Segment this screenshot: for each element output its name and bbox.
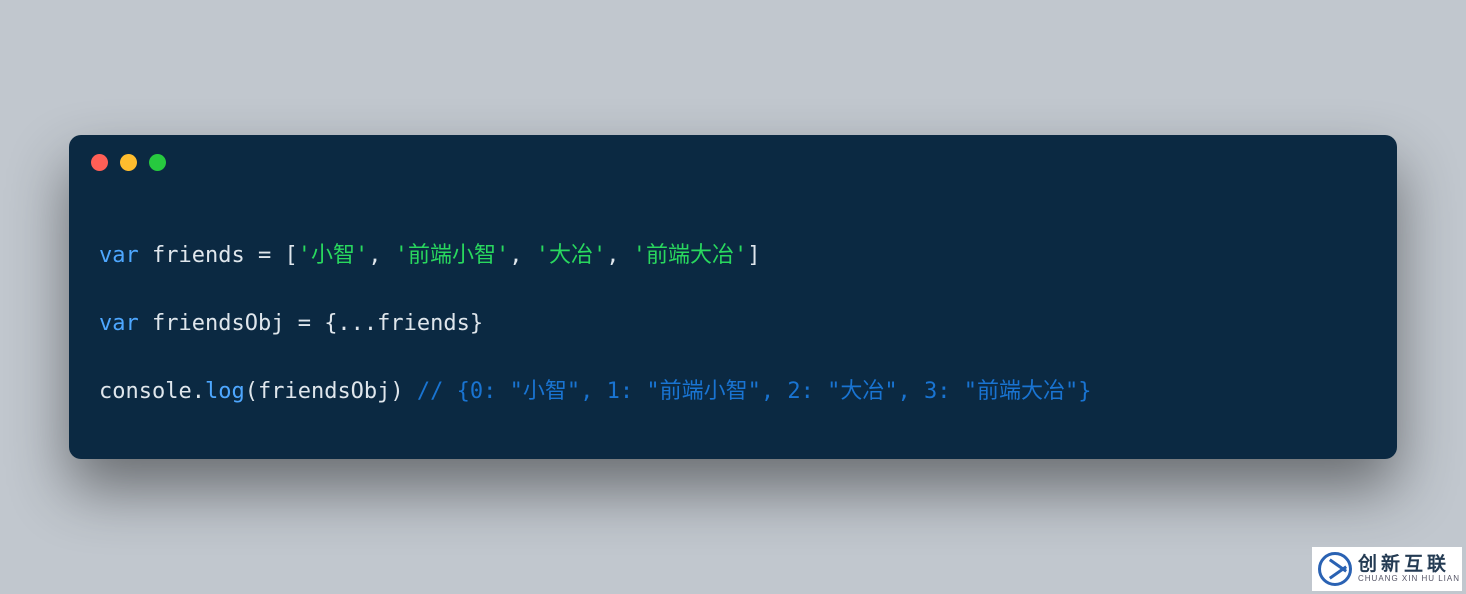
watermark: 创新互联 CHUANG XIN HU LIAN: [1312, 547, 1462, 591]
minimize-icon[interactable]: [120, 154, 137, 171]
punct: (: [245, 379, 258, 404]
string-literal: '大冶': [536, 243, 607, 268]
code-block: var friends = ['小智', '前端小智', '大冶', '前端大冶…: [69, 191, 1397, 419]
page-stage: var friends = ['小智', '前端小智', '大冶', '前端大冶…: [0, 0, 1466, 594]
code-window: var friends = ['小智', '前端小智', '大冶', '前端大冶…: [69, 135, 1397, 459]
punct: = [: [245, 243, 298, 268]
comment: // {0: "小智", 1: "前端小智", 2: "大冶", 3: "前端大…: [417, 379, 1092, 404]
punct: ,: [509, 243, 536, 268]
punct: = {...: [284, 311, 377, 336]
punct: ,: [606, 243, 633, 268]
watermark-cn: 创新互联: [1358, 555, 1460, 575]
close-icon[interactable]: [91, 154, 108, 171]
punct: ,: [368, 243, 395, 268]
window-titlebar: [69, 135, 1397, 191]
string-literal: '前端小智': [395, 243, 510, 268]
identifier-friendsObj-arg: friendsObj: [258, 379, 390, 404]
watermark-text: 创新互联 CHUANG XIN HU LIAN: [1358, 555, 1460, 583]
method-log: log: [205, 379, 245, 404]
identifier-console: console: [99, 379, 192, 404]
punct: ]: [747, 243, 760, 268]
identifier-friends-ref: friends: [377, 311, 470, 336]
punct: }: [470, 311, 483, 336]
watermark-logo-icon: [1318, 552, 1352, 586]
punct: ): [390, 379, 417, 404]
string-literal: '前端大冶': [633, 243, 748, 268]
identifier-friends: friends: [152, 243, 245, 268]
punct: .: [192, 379, 205, 404]
string-literal: '小智': [298, 243, 369, 268]
identifier-friendsObj: friendsObj: [152, 311, 284, 336]
keyword-var: var: [99, 243, 139, 268]
zoom-icon[interactable]: [149, 154, 166, 171]
watermark-en: CHUANG XIN HU LIAN: [1358, 575, 1460, 583]
keyword-var: var: [99, 311, 139, 336]
